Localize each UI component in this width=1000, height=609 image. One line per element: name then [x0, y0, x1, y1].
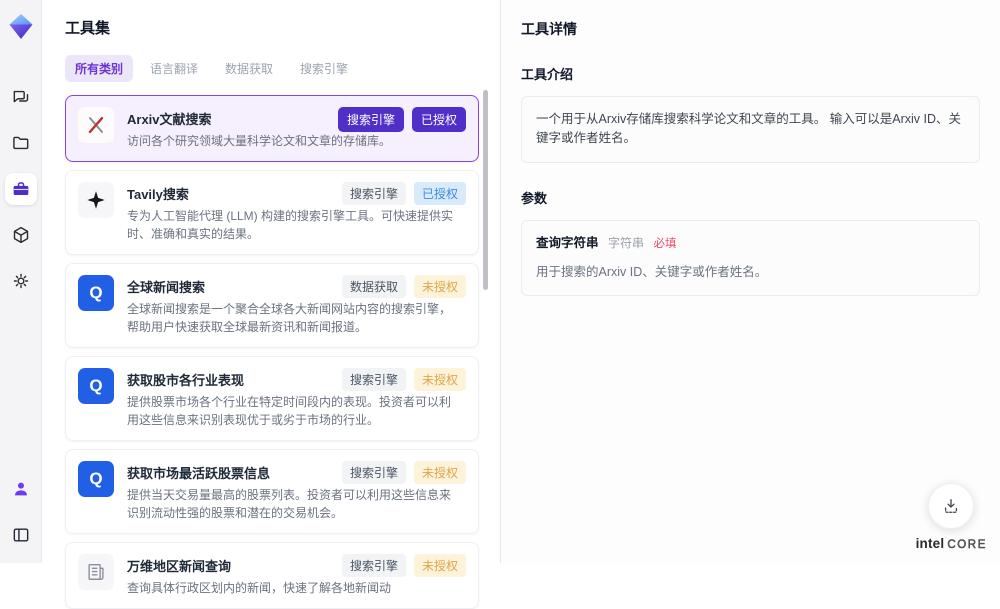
intro-heading: 工具介绍 [521, 67, 574, 82]
chat-icon[interactable] [5, 81, 37, 113]
tool-tags: 搜索引擎 未授权 [341, 461, 466, 484]
param-description: 用于搜索的Arxiv ID、关键字或作者姓名。 [536, 264, 768, 279]
tab-language-translation[interactable]: 语言翻译 [140, 55, 208, 82]
auth-status-badge: 未授权 [413, 554, 466, 577]
tool-tags: 数据获取 未授权 [341, 275, 466, 298]
app-window: { "sidebar": { "items": ["chat", "folder… [0, 0, 1000, 609]
tool-card-regional-news[interactable]: 万维地区新闻查询 查询具体行政区划内的新闻，快速了解各地新闻动 搜索引擎 未授权 [65, 542, 479, 609]
tool-card-active-stocks[interactable]: Q 获取市场最活跃股票信息 提供当天交易量最高的股票列表。投资者可以利用这些信息… [65, 449, 479, 534]
category-badge: 搜索引擎 [337, 107, 404, 132]
auth-status-badge: 未授权 [413, 368, 466, 391]
core-wordmark: CORE [947, 539, 987, 552]
tool-card-tavily[interactable]: Tavily搜索 专为人工智能代理 (LLM) 构建的搜索引擎工具。可快速提供实… [65, 170, 479, 255]
tool-card-sector-performance[interactable]: Q 获取股市各行业表现 提供股票市场各个行业在特定时间段内的表现。投资者可以利用… [65, 356, 479, 441]
panel-toggle-icon[interactable] [5, 519, 37, 551]
auth-status-badge: 已授权 [411, 107, 466, 132]
tab-data-fetch[interactable]: 数据获取 [215, 55, 283, 82]
list-scrollbar-thumb[interactable] [483, 90, 488, 290]
tab-search-engine[interactable]: 搜索引擎 [290, 55, 358, 82]
folder-icon[interactable] [5, 127, 37, 159]
tool-description: 专为人工智能代理 (LLM) 构建的搜索引擎工具。可快速提供实时、准确和真实的结… [127, 209, 454, 241]
intel-wordmark: intel [915, 536, 945, 551]
category-badge: 搜索引擎 [341, 554, 406, 577]
param-required-badge: 必填 [653, 237, 677, 250]
news-q-logo-icon: Q [78, 461, 114, 497]
auth-status-badge: 未授权 [413, 275, 466, 298]
tool-detail-panel: 工具详情 工具介绍 一个用于从Arxiv存储库搜索科学论文和文章的工具。 输入可… [500, 0, 1000, 563]
tool-description: 提供股票市场各个行业在特定时间段内的表现。投资者可以利用这些信息来识别表现优于或… [127, 395, 452, 427]
tool-tags: 搜索引擎 未授权 [341, 554, 466, 577]
tool-description: 查询具体行政区划内的新闻，快速了解各地新闻动 [127, 581, 392, 595]
param-name: 查询字符串 [536, 235, 599, 250]
tool-tags: 搜索引擎 未授权 [341, 368, 466, 391]
category-tabs: 所有类别 语言翻译 数据获取 搜索引擎 [65, 55, 500, 82]
tool-tags: 搜索引擎 已授权 [341, 182, 466, 205]
floating-corner-area: intel CORE [916, 483, 987, 551]
news-q-logo-icon: Q [78, 368, 114, 404]
download-icon [945, 499, 958, 513]
news-q-glyph: Q [89, 469, 103, 488]
newspaper-logo-icon [78, 554, 114, 590]
category-badge: 搜索引擎 [341, 182, 406, 205]
category-badge: 搜索引擎 [341, 461, 406, 484]
tool-card-global-news[interactable]: Q 全球新闻搜索 全球新闻搜索是一个聚合全球各大新闻网站内容的搜索引擎，帮助用户… [65, 263, 479, 348]
auth-status-badge: 已授权 [413, 182, 466, 205]
tool-description: 提供当天交易量最高的股票列表。投资者可以利用这些信息来识别流动性强的股票和潜在的… [127, 488, 452, 520]
category-badge: 数据获取 [341, 275, 406, 298]
left-sidebar [0, 0, 42, 563]
param-header: 查询字符串 字符串 必填 [536, 234, 965, 254]
category-badge: 搜索引擎 [341, 368, 406, 391]
detail-title: 工具详情 [521, 21, 577, 37]
tool-list: Arxiv文献搜索 访问各个研究领域大量科学论文和文章的存储库。 搜索引擎 已授… [65, 95, 479, 609]
tab-all-categories[interactable]: 所有类别 [65, 55, 134, 82]
settings-gear-icon[interactable] [5, 265, 37, 297]
param-type: 字符串 [608, 235, 645, 250]
toolset-panel: 工具集 所有类别 语言翻译 数据获取 搜索引擎 Arxiv文献搜索 访问各个研究… [42, 0, 500, 609]
arxiv-x-logo-icon [78, 107, 114, 143]
tool-tags: 搜索引擎 已授权 [337, 107, 466, 132]
intro-text-box: 一个用于从Arxiv存储库搜索科学论文和文章的工具。 输入可以是Arxiv ID… [521, 96, 980, 163]
tool-description: 全球新闻搜索是一个聚合全球各大新闻网站内容的搜索引擎，帮助用户快速获取全球最新资… [127, 302, 452, 334]
params-heading: 参数 [521, 190, 548, 206]
tavily-star-logo-icon [78, 182, 114, 218]
tool-card-arxiv[interactable]: Arxiv文献搜索 访问各个研究领域大量科学论文和文章的存储库。 搜索引擎 已授… [65, 95, 479, 162]
cube-icon[interactable] [5, 219, 37, 251]
page-title: 工具集 [65, 20, 111, 37]
intel-core-logo: intel CORE [916, 536, 987, 551]
param-box: 查询字符串 字符串 必填 用于搜索的Arxiv ID、关键字或作者姓名。 [521, 219, 980, 296]
news-q-glyph: Q [89, 283, 103, 302]
news-q-logo-icon: Q [78, 275, 114, 311]
tool-description: 访问各个研究领域大量科学论文和文章的存储库。 [127, 134, 392, 148]
app-logo [8, 13, 34, 45]
download-button[interactable] [928, 483, 975, 529]
briefcase-icon-toolset[interactable] [4, 173, 37, 205]
news-q-glyph: Q [89, 376, 103, 395]
user-icon[interactable] [5, 473, 37, 505]
auth-status-badge: 未授权 [413, 461, 466, 484]
